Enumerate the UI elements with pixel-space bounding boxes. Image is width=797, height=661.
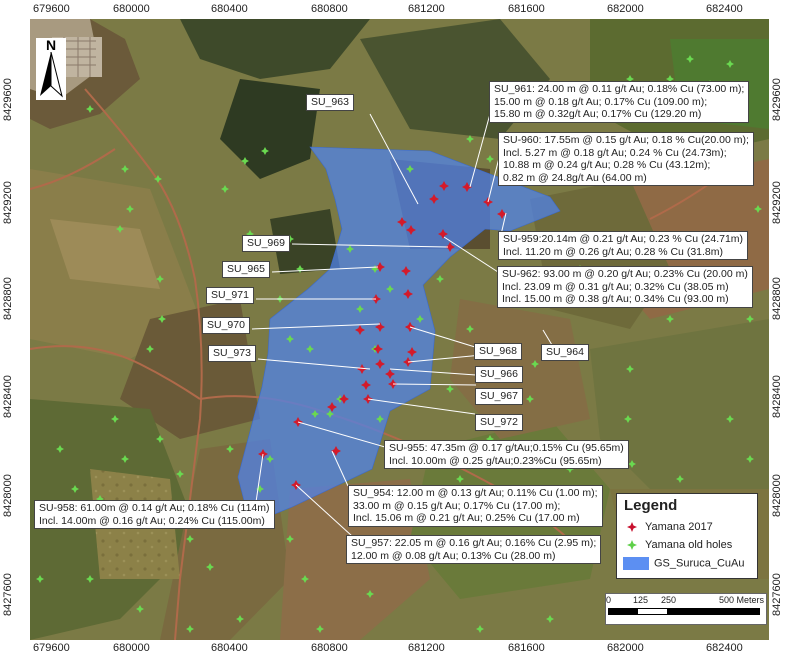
hole-label-su963: SU_963 [306, 94, 354, 111]
legend-label: Yamana 2017 [645, 521, 713, 533]
scale-bar: 0 125 250 500 Meters [605, 593, 767, 625]
hole-label-su955: SU-955: 47.35m @ 0.17 g/tAu;0.15% Cu (95… [384, 440, 629, 469]
north-letter: N [45, 37, 57, 53]
x-tick-label: 680400 [211, 642, 248, 654]
x-tick-label: 682000 [607, 642, 644, 654]
x-tick-label: 680000 [113, 642, 150, 654]
hole-label-su968: SU_968 [474, 343, 522, 360]
x-tick-label: 680400 [211, 3, 248, 15]
legend-label: GS_Suruca_CuAu [654, 557, 745, 570]
scale-tick-label: 0 [606, 595, 612, 605]
y-tick-label: 8429200 [771, 181, 783, 224]
legend-item-old-holes: Yamana old holes [627, 539, 732, 551]
scale-bar-graphic [608, 608, 760, 615]
x-tick-label: 682000 [607, 3, 644, 15]
y-tick-label: 8428000 [2, 474, 14, 517]
y-tick-label: 8428800 [771, 277, 783, 320]
legend: Legend Yamana 2017 Yamana old holes GS_S… [616, 493, 758, 579]
y-tick-label: 8427600 [771, 573, 783, 616]
hole-label-su971: SU_971 [206, 287, 254, 304]
y-tick-label: 8428400 [771, 375, 783, 418]
hole-label-su972: SU_972 [475, 414, 523, 431]
hole-label-su966: SU_966 [475, 366, 523, 383]
hole-label-su964: SU_964 [541, 344, 589, 361]
y-tick-label: 8429600 [2, 78, 14, 121]
legend-item-yamana-2017: Yamana 2017 [627, 521, 713, 533]
blue-polygon-swatch [623, 557, 649, 570]
hole-label-su970: SU_970 [202, 317, 250, 334]
x-tick-label: 679600 [33, 642, 70, 654]
hole-label-su954: SU_954: 12.00 m @ 0.13 g/t Au; 0.11% Cu … [348, 485, 603, 527]
x-tick-label: 679600 [33, 3, 70, 15]
x-tick-label: 680800 [311, 642, 348, 654]
y-tick-label: 8427600 [2, 573, 14, 616]
hole-label-su961: SU_961: 24.00 m @ 0.11 g/t Au; 0.18% Cu … [489, 81, 750, 123]
hole-label-su973: SU_973 [208, 345, 256, 362]
scale-tick-label: 125 [633, 595, 649, 605]
hole-label-su969: SU_969 [242, 235, 290, 252]
y-tick-label: 8428800 [2, 277, 14, 320]
north-arrow-icon [40, 52, 63, 98]
x-tick-label: 680800 [311, 3, 348, 15]
scale-tick-label: 500 Meters [719, 595, 765, 605]
y-tick-label: 8428400 [2, 375, 14, 418]
x-tick-label: 681200 [408, 3, 445, 15]
hole-label-su959: SU-959:20.14m @ 0.21 g/t Au; 0.23 % Cu (… [498, 231, 749, 260]
hole-label-su960: SU-960: 17.55m @ 0.15 g/t Au; 0.18 % Cu(… [498, 132, 754, 186]
x-tick-label: 681600 [508, 642, 545, 654]
map-figure: 679600 680000 680400 680800 681200 68160… [0, 0, 797, 661]
hole-label-su967: SU_967 [475, 388, 523, 405]
hole-label-su962: SU-962: 93.00 m @ 0.20 g/t Au; 0.23% Cu … [497, 266, 753, 308]
scale-tick-label: 250 [661, 595, 677, 605]
red-cross-icon [627, 522, 637, 533]
x-tick-label: 682400 [706, 642, 743, 654]
x-tick-label: 681200 [408, 642, 445, 654]
x-tick-label: 680000 [113, 3, 150, 15]
hole-label-su965: SU_965 [222, 261, 270, 278]
hole-label-su958: SU-958: 61.00m @ 0.14 g/t Au; 0.18% Cu (… [34, 500, 275, 529]
legend-title: Legend [624, 497, 678, 514]
legend-item-polygon: GS_Suruca_CuAu [623, 557, 745, 570]
hole-label-su957: SU_957: 22.05 m @ 0.16 g/t Au; 0.16% Cu … [346, 535, 602, 564]
green-cross-icon [627, 540, 637, 551]
y-tick-label: 8429200 [2, 181, 14, 224]
x-tick-label: 681600 [508, 3, 545, 15]
legend-label: Yamana old holes [645, 539, 733, 551]
north-arrow: N [36, 37, 66, 100]
y-tick-label: 8428000 [771, 474, 783, 517]
x-tick-label: 682400 [706, 3, 743, 15]
y-tick-label: 8429600 [771, 78, 783, 121]
